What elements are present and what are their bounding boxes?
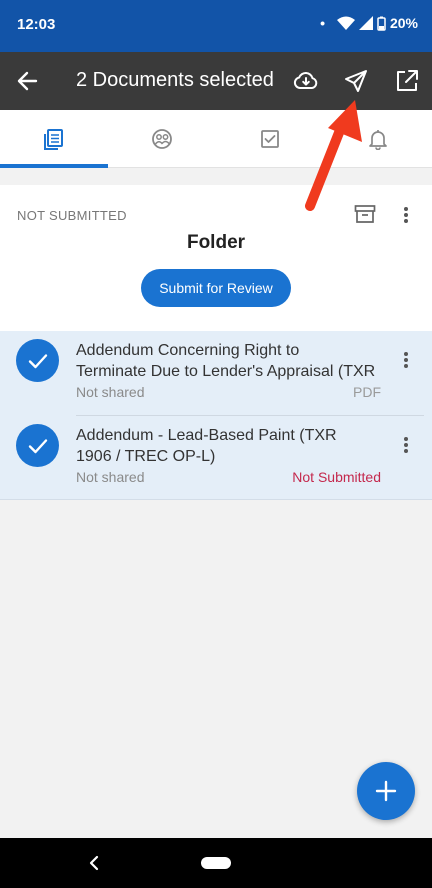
open-external-icon[interactable] <box>394 68 420 94</box>
people-icon <box>152 129 172 149</box>
document-more-icon[interactable] <box>402 350 410 372</box>
document-more-icon[interactable] <box>402 435 410 457</box>
document-submission-status: Not Submitted <box>292 469 381 485</box>
folder-status: NOT SUBMITTED <box>17 208 127 223</box>
active-tab-indicator <box>0 164 108 168</box>
submit-for-review-button[interactable]: Submit for Review <box>141 269 291 307</box>
plus-icon <box>375 780 397 802</box>
document-title-line-2: Terminate Due to Lender's Appraisal (TXR <box>76 363 376 380</box>
document-file-type: PDF <box>353 384 381 400</box>
status-bar: 12:03 • 20% <box>0 0 432 52</box>
nav-back-icon[interactable] <box>88 853 100 873</box>
nav-home-pill[interactable] <box>201 857 231 869</box>
document-row[interactable]: Addendum - Lead-Based Paint (TXR 1906 / … <box>0 416 432 500</box>
folder-title: Folder <box>186 232 246 253</box>
annotation-arrow <box>305 100 362 211</box>
document-shared-status: Not shared <box>76 384 145 400</box>
page-title: 2 Documents selected <box>76 69 274 91</box>
document-row[interactable]: Addendum Concerning Right to Terminate D… <box>0 331 432 416</box>
document-title-line-2: 1906 / TREC OP-L) <box>76 448 216 465</box>
document-list: Addendum Concerning Right to Terminate D… <box>0 331 432 500</box>
status-time: 12:03 <box>17 16 56 33</box>
document-title-line-1: Addendum - Lead-Based Paint (TXR <box>76 427 337 444</box>
notification-dot: • <box>320 15 325 31</box>
selected-check-icon[interactable] <box>16 339 59 382</box>
selected-check-icon[interactable] <box>16 424 59 467</box>
back-arrow-icon[interactable] <box>14 67 42 95</box>
documents-icon <box>44 129 63 150</box>
bell-icon <box>369 130 387 150</box>
cloud-download-icon[interactable] <box>293 68 319 94</box>
signal-icon <box>358 15 373 30</box>
tab-documents[interactable] <box>0 110 108 168</box>
wifi-icon <box>336 16 355 30</box>
battery-icon <box>377 16 386 31</box>
folder-more-icon[interactable] <box>402 205 410 227</box>
add-button[interactable] <box>357 762 415 820</box>
tab-people[interactable] <box>108 110 216 168</box>
battery-level: 20% <box>389 15 418 31</box>
system-nav-bar <box>0 838 432 888</box>
document-title-line-1: Addendum Concerning Right to <box>76 342 300 359</box>
checkbox-icon <box>261 130 279 148</box>
document-shared-status: Not shared <box>76 469 145 485</box>
send-icon[interactable] <box>343 68 369 94</box>
status-icons: • 20% <box>320 15 418 31</box>
